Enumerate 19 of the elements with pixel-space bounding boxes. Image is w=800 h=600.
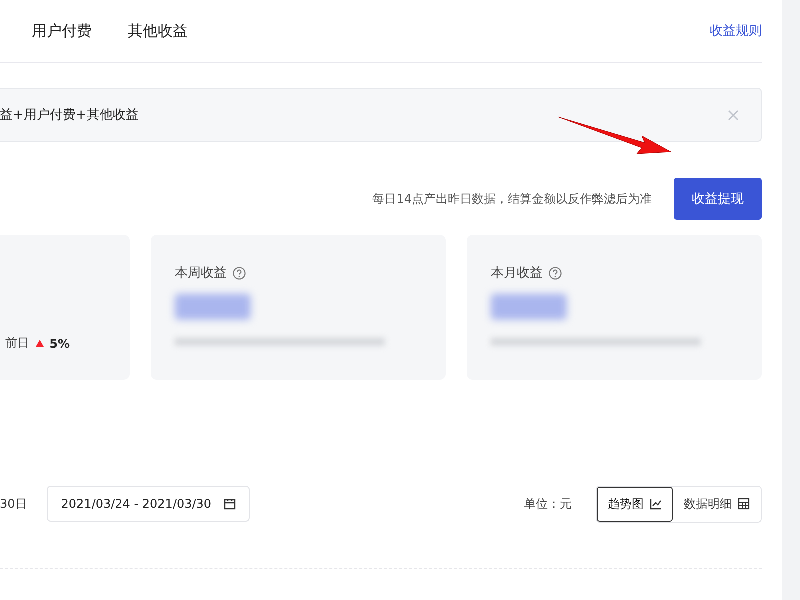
hint-text: 每日14点产出昨日数据，结算金额以反作弊滤后为准 [372,190,652,208]
view-toggle[interactable]: 趋势图 [597,486,673,522]
compare-label: 前日 [6,335,30,352]
line-chart-icon [650,498,662,510]
notice-text: 益+用户付费+其他收益 [0,107,139,124]
unit-label: 单位：元 [524,496,572,512]
card-title: 本周收益 [175,265,227,282]
tab[interactable]: 用户付费 [24,22,100,40]
calendar-icon [224,498,236,510]
tab[interactable]: 其他收益 [120,22,196,40]
date-range-picker[interactable]: 2021/03/24 - 2021/03/30 [47,486,250,522]
rules-link[interactable]: 收益规则 [710,22,762,40]
withdraw-button[interactable]: 收益提现 [674,178,762,220]
help-icon[interactable] [233,266,246,280]
help-icon[interactable] [549,266,562,280]
table-icon [738,498,750,510]
change-value: 5% [50,336,70,350]
card-title: 本月收益 [491,265,543,282]
range-label: 30日 [0,496,28,512]
